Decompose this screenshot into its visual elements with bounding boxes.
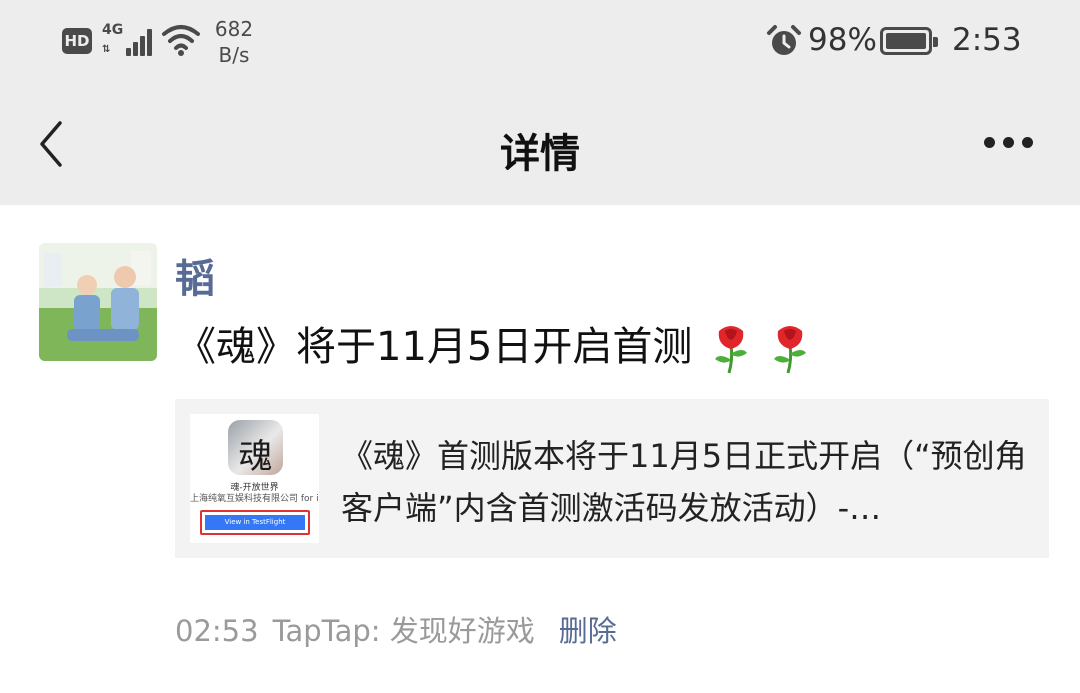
more-dots-icon[interactable] <box>984 137 1034 149</box>
post-meta: 02:53 TapTap: 发现好游戏 删除 <box>175 608 617 650</box>
rose-emoji-icon <box>715 326 748 374</box>
post-source[interactable]: TapTap: 发现好游戏 <box>273 614 535 648</box>
wifi-icon <box>162 25 200 56</box>
speed-value: 682 <box>214 17 254 41</box>
alarm-icon <box>767 25 801 55</box>
hd-icon: HD <box>62 28 92 54</box>
status-time: 2:53 <box>952 22 1022 58</box>
battery-percent: 98% <box>808 22 877 58</box>
avatar-photo <box>39 243 157 361</box>
avatar[interactable] <box>39 243 157 361</box>
status-bar: HD 4G ⇅ 682 B/s 98% 2:53 <box>0 0 1080 85</box>
post-text: 《魂》将于11月5日开启首测 <box>176 314 810 375</box>
battery-icon <box>880 27 938 55</box>
thumb-company: 上海纯氧互娱科技有限公司 for iOS <box>190 494 319 504</box>
post-time: 02:53 <box>175 614 259 648</box>
link-card-text: 《魂》首测版本将于11月5日正式开启（“预创角客户端”内含首测激活码发放活动）-… <box>341 437 1027 527</box>
navigation-bar: 详情 <box>0 85 1080 205</box>
link-card[interactable]: 魂 魂-开放世界 上海纯氧互娱科技有限公司 for iOS View in Te… <box>175 399 1049 558</box>
post-text-content: 《魂》将于11月5日开启首测 <box>176 324 693 370</box>
data-arrows-icon: ⇅ <box>102 44 111 55</box>
link-thumbnail: 魂 魂-开放世界 上海纯氧互娱科技有限公司 for iOS View in Te… <box>190 414 319 543</box>
testflight-button-label: View in TestFlight <box>205 515 305 530</box>
testflight-button: View in TestFlight <box>200 510 310 535</box>
signal-icon <box>118 26 154 56</box>
network-speed: 682 B/s <box>214 16 254 68</box>
app-icon-char: 魂 <box>238 437 273 477</box>
post-username[interactable]: 韬 <box>175 246 215 304</box>
app-icon: 魂 <box>228 420 283 477</box>
delete-button[interactable]: 删除 <box>559 614 617 648</box>
page-title: 详情 <box>500 131 580 177</box>
rose-emoji-icon <box>773 326 806 374</box>
speed-unit: B/s <box>218 43 250 67</box>
